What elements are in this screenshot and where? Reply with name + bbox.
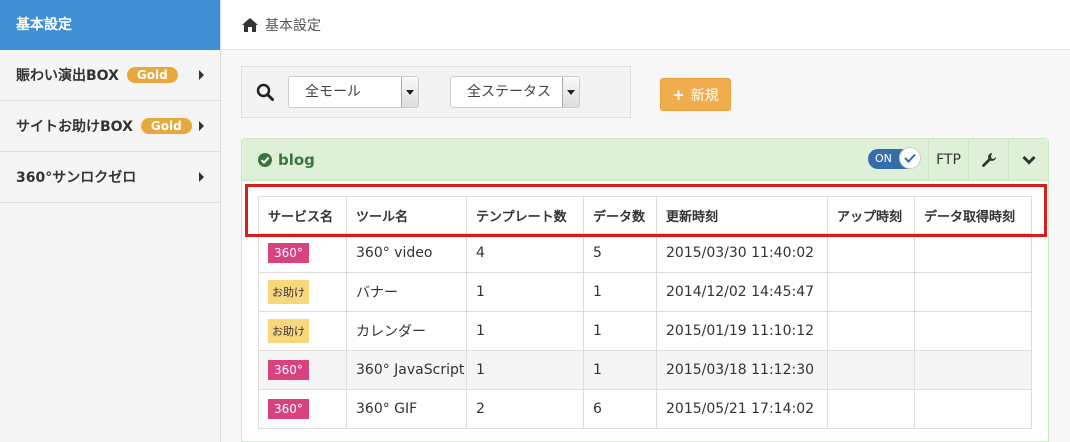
col-service: サービス名 [258,196,347,234]
service-tag: 360° [268,360,309,380]
status-select-value: 全ステータス [467,84,551,100]
template-count: 1 [466,272,584,312]
panel-title-text: blog [278,150,315,169]
caret-right-icon [199,121,204,131]
new-button[interactable]: + 新規 [660,78,731,111]
table-row[interactable]: 360° 360° video 4 5 2015/03/30 11:40:02 [258,233,1032,273]
table-row[interactable]: お助け バナー 1 1 2014/12/02 14:45:47 [258,272,1032,312]
table-row[interactable]: 360° 360° JavaScript 1 1 2015/03/18 11:1… [258,350,1032,390]
updated-time: 2015/03/18 11:12:30 [656,350,828,390]
sidebar-item-360-sanroku-zero[interactable]: 360°サンロクゼロ [0,152,220,203]
check-circle-icon [258,152,272,167]
updated-time: 2015/05/21 17:14:02 [656,389,828,429]
col-fetched: データ取得時刻 [914,196,1032,234]
toggle-label: ON [875,152,892,165]
col-uploaded: アップ時刻 [827,196,915,234]
updated-time: 2014/12/02 14:45:47 [656,272,828,312]
tool-name: バナー [346,272,467,312]
gold-badge: Gold [126,67,178,83]
sidebar-item-nigiwai-box[interactable]: 賑わい演出BOX Gold [0,50,220,101]
template-count: 1 [466,311,584,351]
uploaded-time [827,233,915,273]
updated-time: 2015/03/30 11:40:02 [656,233,828,273]
main-content: 基本設定 全モール 全ステータス + 新規 blog ON FTP サービス名 … [221,0,1070,442]
new-button-label: 新規 [690,87,719,104]
tool-name: 360° video [346,233,467,273]
tool-name: 360° GIF [346,389,467,429]
caret-right-icon [199,70,204,80]
sidebar: 基本設定 賑わい演出BOX Gold サイトお助けBOX Gold 360°サン… [0,0,221,442]
data-count: 6 [583,389,657,429]
panel-title[interactable]: blog [242,151,315,169]
blog-panel: blog ON FTP サービス名 ツール名 テンプレート数 データ数 更新時刻… [241,138,1049,442]
uploaded-time [827,389,915,429]
mall-select[interactable]: 全モール [288,76,419,108]
col-data: データ数 [583,196,657,234]
chevron-down-icon [1022,155,1036,165]
breadcrumb-label: 基本設定 [265,17,321,34]
tool-name: カレンダー [346,311,467,351]
panel-header: blog ON FTP [242,139,1048,181]
service-tag: 360° [268,399,309,419]
col-updated: 更新時刻 [656,196,828,234]
plus-icon: + [672,85,685,104]
home-icon[interactable] [241,17,259,33]
tool-table: サービス名 ツール名 テンプレート数 データ数 更新時刻 アップ時刻 データ取得… [258,196,1032,429]
template-count: 2 [466,389,584,429]
template-count: 1 [466,350,584,390]
gold-badge: Gold [140,118,192,134]
sidebar-item-site-help-box[interactable]: サイトお助けBOX Gold [0,101,220,152]
template-count: 4 [466,233,584,273]
service-tag: お助け [268,319,309,343]
uploaded-time [827,272,915,312]
col-templates: テンプレート数 [466,196,584,234]
mall-select-value: 全モール [305,84,361,100]
data-count: 5 [583,233,657,273]
service-tag: お助け [268,280,309,304]
data-count: 1 [583,350,657,390]
wrench-button[interactable] [968,139,1008,180]
caret-right-icon [199,172,204,182]
sidebar-item-label: サイトお助けBOX [16,119,133,135]
data-count: 1 [583,311,657,351]
chevron-down-icon [562,77,579,107]
fetched-time [914,233,1032,273]
chevron-down-icon [401,77,418,107]
on-toggle[interactable]: ON [868,147,921,169]
ftp-button[interactable]: FTP [928,139,968,180]
sidebar-item-label: 賑わい演出BOX [16,68,119,84]
sidebar-item-label: 360°サンロクゼロ [16,170,137,186]
service-tag: 360° [268,243,309,263]
tool-name: 360° JavaScript [346,350,467,390]
fetched-time [914,311,1032,351]
updated-time: 2015/01/19 11:10:12 [656,311,828,351]
uploaded-time [827,350,915,390]
fetched-time [914,272,1032,312]
filter-bar: 全モール 全ステータス [241,66,631,118]
status-select[interactable]: 全ステータス [450,76,580,108]
check-icon [899,147,921,169]
collapse-button[interactable] [1008,139,1049,180]
table-row[interactable]: お助け カレンダー 1 1 2015/01/19 11:10:12 [258,311,1032,351]
fetched-time [914,389,1032,429]
fetched-time [914,350,1032,390]
col-tool: ツール名 [346,196,467,234]
sidebar-item-basic-settings[interactable]: 基本設定 [0,0,220,50]
search-icon [256,83,274,101]
table-header-row: サービス名 ツール名 テンプレート数 データ数 更新時刻 アップ時刻 データ取得… [258,196,1032,234]
breadcrumb: 基本設定 [221,0,1070,50]
wrench-icon [981,152,996,167]
uploaded-time [827,311,915,351]
data-count: 1 [583,272,657,312]
table-row[interactable]: 360° 360° GIF 2 6 2015/05/21 17:14:02 [258,389,1032,429]
